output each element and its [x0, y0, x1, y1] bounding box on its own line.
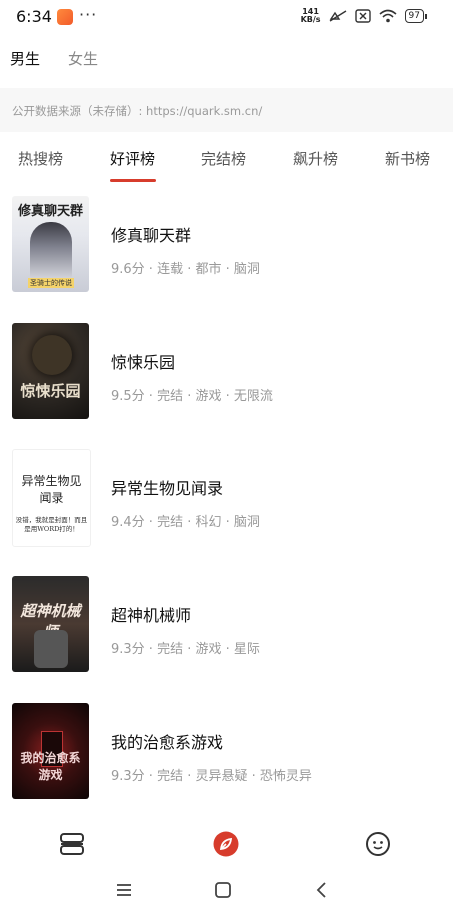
more-notifications-icon: ···: [79, 5, 98, 24]
bookshelf-icon[interactable]: [58, 830, 86, 858]
cover-title: 惊悚乐园: [20, 382, 81, 400]
source-note: 公开数据来源（未存储）: https://quark.sm.cn/: [12, 104, 263, 118]
list-item[interactable]: 惊悚乐园 惊悚乐园 9.5分 · 完结 · 游戏 · 无限流: [0, 323, 453, 449]
book-title[interactable]: 惊悚乐园: [111, 349, 175, 373]
cover-title: 异常生物见闻录: [21, 474, 82, 505]
system-nav-bar: [0, 872, 453, 909]
status-time: 6:34: [16, 7, 52, 26]
volte-muted-icon: [329, 10, 346, 22]
list-item[interactable]: 异常生物见闻录 没错，我就是封面！而且是用WORD打的！ 异常生物见闻录 9.4…: [0, 449, 453, 575]
list-item[interactable]: 超神机械师 超神机械师 9.3分 · 完结 · 游戏 · 星际: [0, 576, 453, 702]
list-item[interactable]: 修真聊天群 圣骑士的传说 修真聊天群 9.6分 · 连载 · 都市 · 脑洞: [0, 196, 453, 322]
book-meta: 9.3分 · 完结 · 游戏 · 星际: [111, 642, 260, 657]
back-icon[interactable]: [312, 880, 332, 900]
book-cover[interactable]: 惊悚乐园: [12, 323, 89, 419]
tab-completed[interactable]: 完结榜: [201, 148, 246, 169]
bottom-nav: [0, 820, 453, 870]
book-title[interactable]: 修真聊天群: [111, 222, 191, 246]
tab-new-books[interactable]: 新书榜: [385, 148, 430, 169]
net-speed: 141 KB/s: [301, 8, 321, 24]
book-meta: 9.6分 · 连载 · 都市 · 脑洞: [111, 262, 260, 277]
tab-female[interactable]: 女生: [68, 48, 98, 69]
book-title[interactable]: 我的治愈系游戏: [111, 729, 223, 753]
cover-title: 我的治愈系游戏: [20, 751, 81, 782]
battery-icon: 97: [404, 9, 427, 23]
book-cover[interactable]: 我的治愈系游戏: [12, 703, 89, 799]
tab-hot-search[interactable]: 热搜榜: [18, 148, 63, 169]
ranking-tabs: 热搜榜 好评榜 完结榜 飙升榜 新书榜: [0, 132, 453, 182]
gender-tabs: 男生 女生: [10, 48, 98, 69]
sim-disabled-icon: [354, 9, 371, 23]
menu-icon[interactable]: [114, 880, 134, 900]
list-item[interactable]: 我的治愈系游戏 我的治愈系游戏 9.3分 · 完结 · 灵异悬疑 · 恐怖灵异: [0, 703, 453, 829]
book-cover[interactable]: 超神机械师: [12, 576, 89, 672]
wifi-icon: [379, 9, 397, 23]
home-square-icon[interactable]: [213, 880, 233, 900]
profile-face-icon[interactable]: [364, 830, 392, 858]
active-tab-indicator: [110, 179, 156, 182]
tab-top-rated[interactable]: 好评榜: [110, 148, 155, 169]
cover-subtitle: 没错，我就是封面！而且是用WORD打的！: [15, 516, 88, 533]
book-meta: 9.5分 · 完结 · 游戏 · 无限流: [111, 389, 273, 404]
cover-subtitle: 圣骑士的传说: [28, 278, 74, 288]
cover-title: 修真聊天群: [17, 204, 83, 219]
app-notification-icon: [57, 9, 73, 25]
book-title[interactable]: 超神机械师: [111, 602, 191, 626]
tab-rising[interactable]: 飙升榜: [293, 148, 338, 169]
book-title[interactable]: 异常生物见闻录: [111, 475, 223, 499]
book-cover[interactable]: 修真聊天群 圣骑士的传说: [12, 196, 89, 292]
battery-level: 97: [404, 9, 424, 23]
tab-male[interactable]: 男生: [10, 48, 40, 69]
book-meta: 9.4分 · 完结 · 科幻 · 脑洞: [111, 515, 260, 530]
net-speed-unit: KB/s: [300, 15, 321, 24]
status-bar: 6:34 ··· 141 KB/s 97: [0, 0, 453, 36]
discover-compass-icon[interactable]: [212, 830, 240, 858]
book-cover[interactable]: 异常生物见闻录 没错，我就是封面！而且是用WORD打的！: [12, 449, 91, 547]
book-meta: 9.3分 · 完结 · 灵异悬疑 · 恐怖灵异: [111, 769, 312, 784]
